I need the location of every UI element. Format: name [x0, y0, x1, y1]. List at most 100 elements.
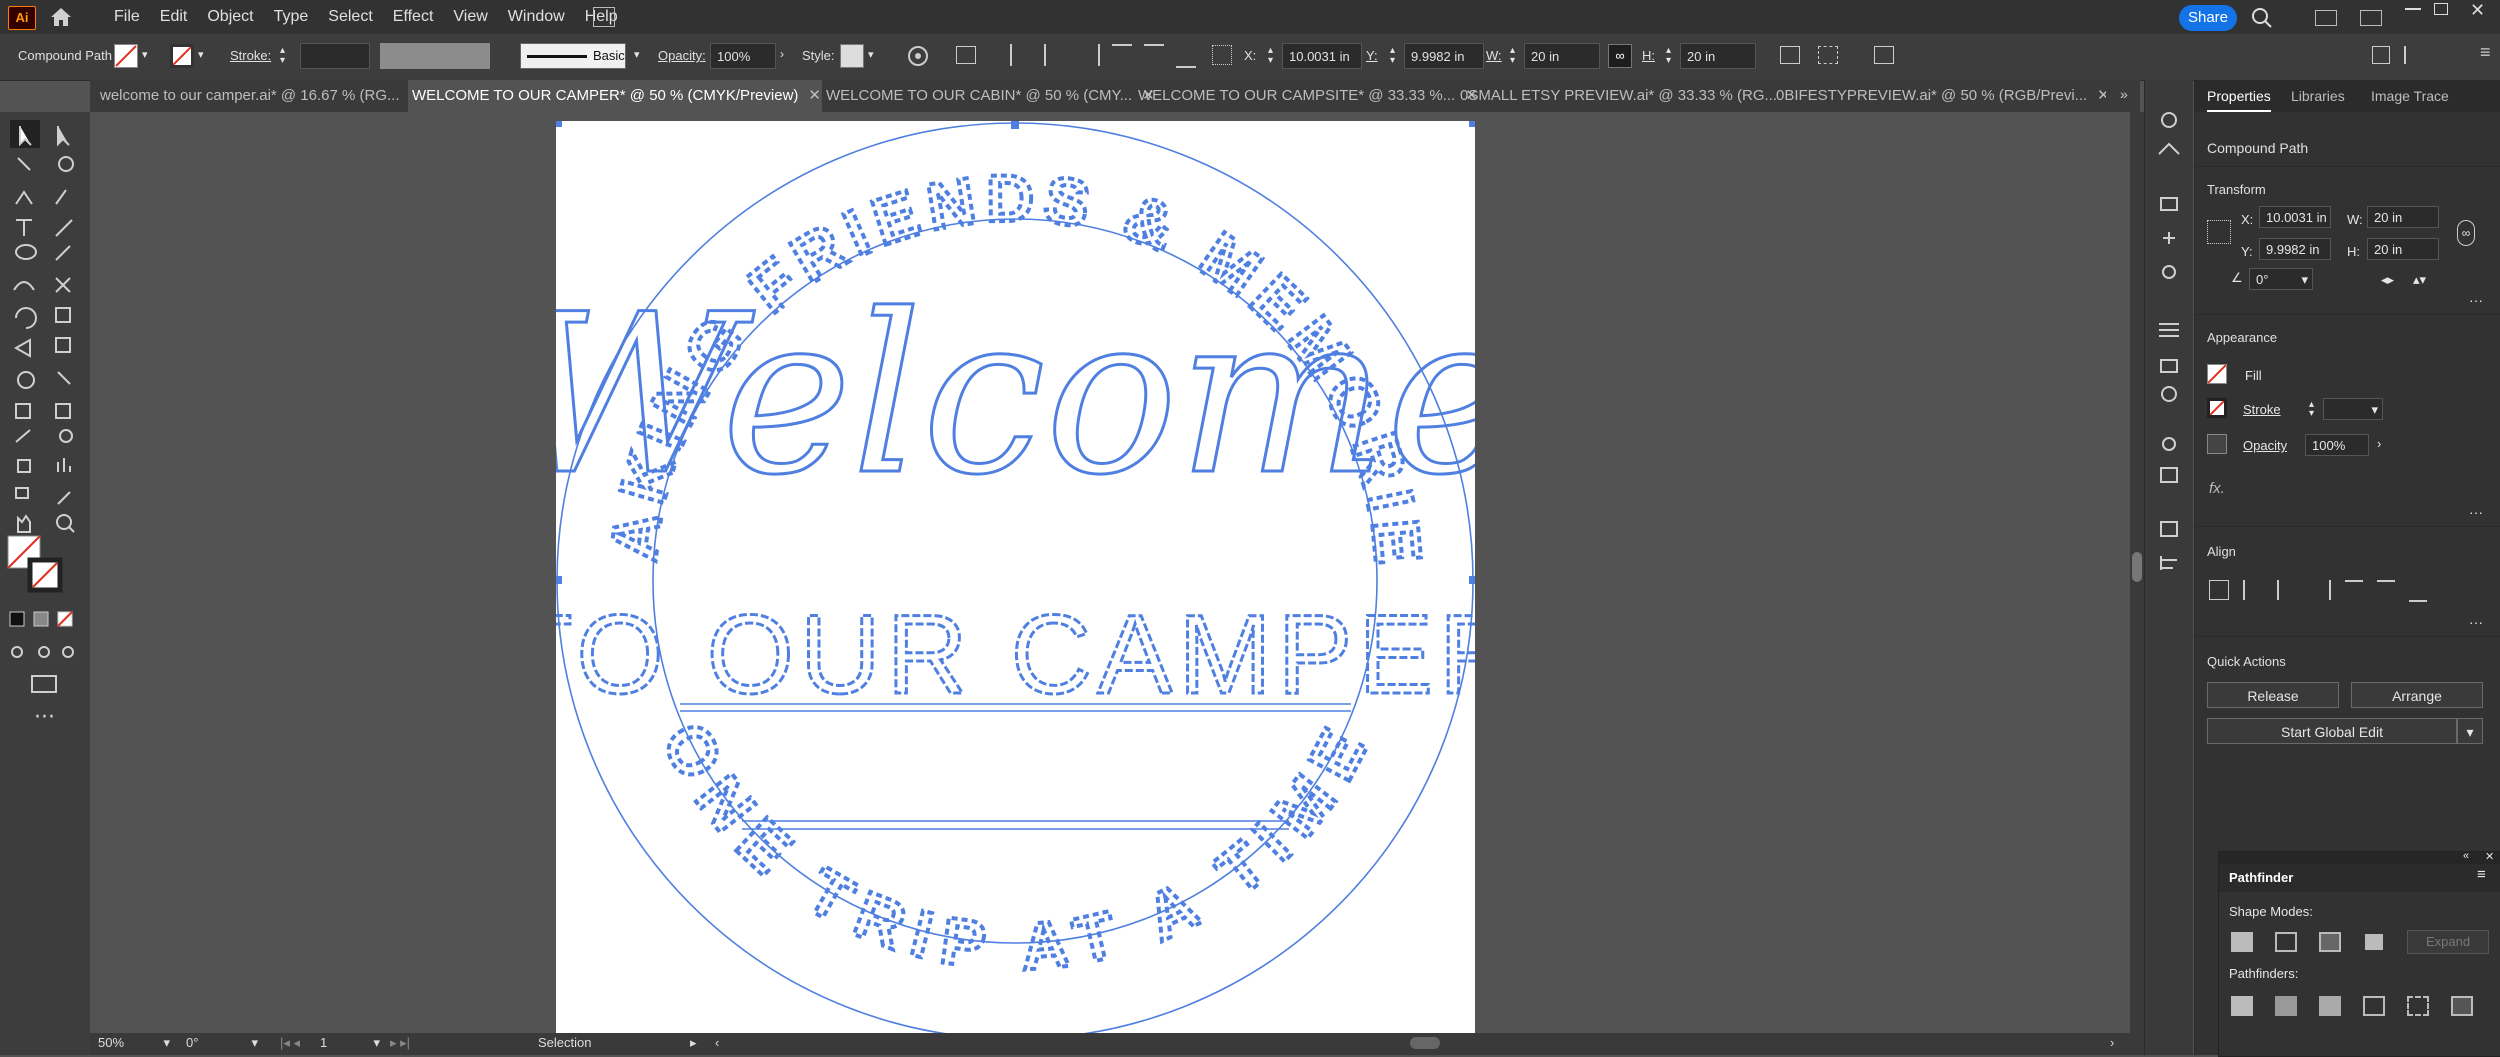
arrange-documents-icon[interactable]	[593, 7, 615, 27]
search-icon[interactable]	[2250, 6, 2274, 35]
panel-menu-icon[interactable]: ≡	[2477, 866, 2486, 883]
horizontal-align-center-icon[interactable]	[2277, 580, 2297, 600]
menu-view[interactable]: View	[443, 0, 497, 34]
tab-document-1[interactable]: welcome to our camper.ai* @ 16.67 % (RG.…	[100, 80, 400, 112]
scissors-tool-icon[interactable]	[50, 272, 80, 300]
exclude-icon[interactable]	[2363, 932, 2385, 952]
draw-modes-icon[interactable]	[8, 644, 78, 662]
align-left-icon[interactable]	[1010, 44, 1032, 66]
cc-libraries-icon[interactable]	[2157, 110, 2181, 132]
minimize-icon[interactable]	[2405, 8, 2421, 10]
artboard-navigator[interactable]: 1 ▾	[320, 1035, 380, 1053]
line-tool-icon[interactable]	[50, 214, 80, 242]
rotation-dropdown[interactable]: 0° ▾	[186, 1035, 258, 1053]
tab-document-5[interactable]: 0SMALL ETSY PREVIEW.ai* @ 33.33 % (RG...…	[1460, 80, 1780, 112]
pen-tool-icon[interactable]	[10, 184, 40, 212]
artboard[interactable]: MAKING FRIENDS & MEMORIES ONE TRIP AT A …	[503, 112, 1521, 1033]
opacity-label[interactable]: Opacity	[2243, 438, 2287, 453]
opacity-field[interactable]: 100%	[2305, 434, 2369, 456]
curvature-tool-icon[interactable]	[50, 184, 80, 212]
constrain-link-icon[interactable]: ∞	[2457, 220, 2475, 246]
brush-definition[interactable]: Basic	[520, 43, 626, 69]
stepper-icon[interactable]: ▴ ▾	[1666, 46, 1671, 66]
last-artboard-icon[interactable]: ▸ ▸|	[390, 1035, 410, 1051]
menu-file[interactable]: File	[104, 0, 150, 34]
expand-button[interactable]: Expand	[2407, 930, 2489, 954]
tab-image-trace[interactable]: Image Trace	[2371, 80, 2449, 112]
transform-icon[interactable]	[1780, 46, 1800, 64]
align-to-icon[interactable]	[956, 46, 976, 64]
selection-tool-icon[interactable]	[10, 120, 40, 148]
transform-panel-icon[interactable]	[2157, 192, 2181, 214]
w-field[interactable]: 20 in	[2367, 206, 2439, 228]
tab-properties[interactable]: Properties	[2207, 80, 2271, 112]
canvas-area[interactable]: MAKING FRIENDS & MEMORIES ONE TRIP AT A …	[90, 112, 2130, 1033]
screen-mode-icon[interactable]	[30, 674, 58, 694]
h-field[interactable]: 20 in	[2367, 238, 2439, 260]
free-transform-tool-icon[interactable]	[50, 332, 80, 360]
rotation-field[interactable]: 0° ▾	[2249, 268, 2313, 290]
vertical-align-top-icon[interactable]	[2345, 580, 2363, 602]
color-mode-icon[interactable]	[10, 612, 24, 626]
merge-icon[interactable]	[2319, 996, 2341, 1016]
eyedropper-tool-icon[interactable]	[10, 426, 40, 454]
puppet-warp-icon[interactable]	[2157, 228, 2181, 250]
align-center-icon[interactable]	[1044, 44, 1066, 66]
arrange-button[interactable]: Arrange	[2351, 682, 2483, 708]
stepper-icon[interactable]: ▴ ▾	[1390, 46, 1395, 66]
stroke-swatch[interactable]	[170, 44, 194, 68]
chevron-down-icon[interactable]: ▾	[634, 48, 640, 61]
stroke-panel-icon[interactable]	[2157, 318, 2181, 340]
symbols-icon[interactable]	[2157, 262, 2181, 284]
status-menu-icon[interactable]: ▸	[690, 1035, 697, 1051]
fx-icon[interactable]: fx.	[2209, 480, 2225, 497]
start-global-edit-button[interactable]: Start Global Edit	[2207, 718, 2457, 744]
menu-select[interactable]: Select	[318, 0, 382, 34]
panel-layout-icon[interactable]	[2360, 10, 2382, 26]
arrange-icon[interactable]	[2372, 46, 2390, 64]
image-trace-icon[interactable]	[2157, 142, 2181, 164]
ellipse-tool-icon[interactable]	[10, 242, 40, 270]
scroll-thumb[interactable]	[2132, 552, 2142, 582]
align-panel-icon[interactable]	[2157, 552, 2181, 574]
artboards-icon[interactable]	[2157, 518, 2181, 540]
zoom-dropdown[interactable]: 50% ▾	[98, 1035, 170, 1053]
opacity-field[interactable]: 100%	[710, 43, 776, 69]
intersect-icon[interactable]	[2319, 932, 2341, 952]
direct-selection-tool-icon[interactable]	[50, 120, 80, 148]
paintbrush-tool-icon[interactable]	[10, 272, 40, 300]
opacity-label[interactable]: Opacity:	[658, 48, 706, 63]
unite-icon[interactable]	[2231, 932, 2253, 952]
menu-edit[interactable]: Edit	[150, 0, 198, 34]
graphic-styles-icon[interactable]	[2157, 464, 2181, 486]
release-button[interactable]: Release	[2207, 682, 2339, 708]
x-field[interactable]: 10.0031 in	[2259, 206, 2331, 228]
y-field[interactable]: 9.9982 in	[1404, 43, 1484, 69]
crop-icon[interactable]	[2363, 996, 2385, 1016]
lasso-tool-icon[interactable]	[50, 152, 80, 180]
close-icon[interactable]: ✕	[2097, 87, 2106, 104]
scale-tool-icon[interactable]	[50, 302, 80, 330]
menu-object[interactable]: Object	[197, 0, 263, 34]
gradient-mode-icon[interactable]	[34, 612, 48, 626]
vertical-scrollbar[interactable]	[2130, 112, 2144, 1033]
reference-point-icon[interactable]	[1212, 45, 1232, 65]
h-field[interactable]: 20 in	[1680, 43, 1756, 69]
fill-swatch[interactable]	[2207, 364, 2227, 384]
constrain-proportions-icon[interactable]: ∞	[1608, 44, 1632, 68]
menu-effect[interactable]: Effect	[383, 0, 444, 34]
flip-horizontal-icon[interactable]: ◂▸	[2381, 272, 2394, 288]
more-options-icon[interactable]: ···	[2469, 504, 2483, 520]
close-icon[interactable]: ✕	[2485, 850, 2494, 863]
x-field[interactable]: 10.0031 in	[1282, 43, 1362, 69]
outline-icon[interactable]	[2407, 996, 2429, 1016]
first-artboard-icon[interactable]: |◂ ◂	[280, 1035, 300, 1051]
minus-front-icon[interactable]	[2275, 932, 2297, 952]
mesh-tool-icon[interactable]	[10, 398, 40, 426]
rotate-tool-icon[interactable]	[10, 302, 40, 330]
blend-tool-icon[interactable]	[50, 426, 80, 454]
divide-icon[interactable]	[2231, 996, 2253, 1016]
share-button[interactable]: Share	[2179, 5, 2237, 31]
stepper-icon[interactable]: ▴ ▾	[1510, 46, 1515, 66]
global-edit-options-icon[interactable]: ▾	[2457, 718, 2483, 744]
